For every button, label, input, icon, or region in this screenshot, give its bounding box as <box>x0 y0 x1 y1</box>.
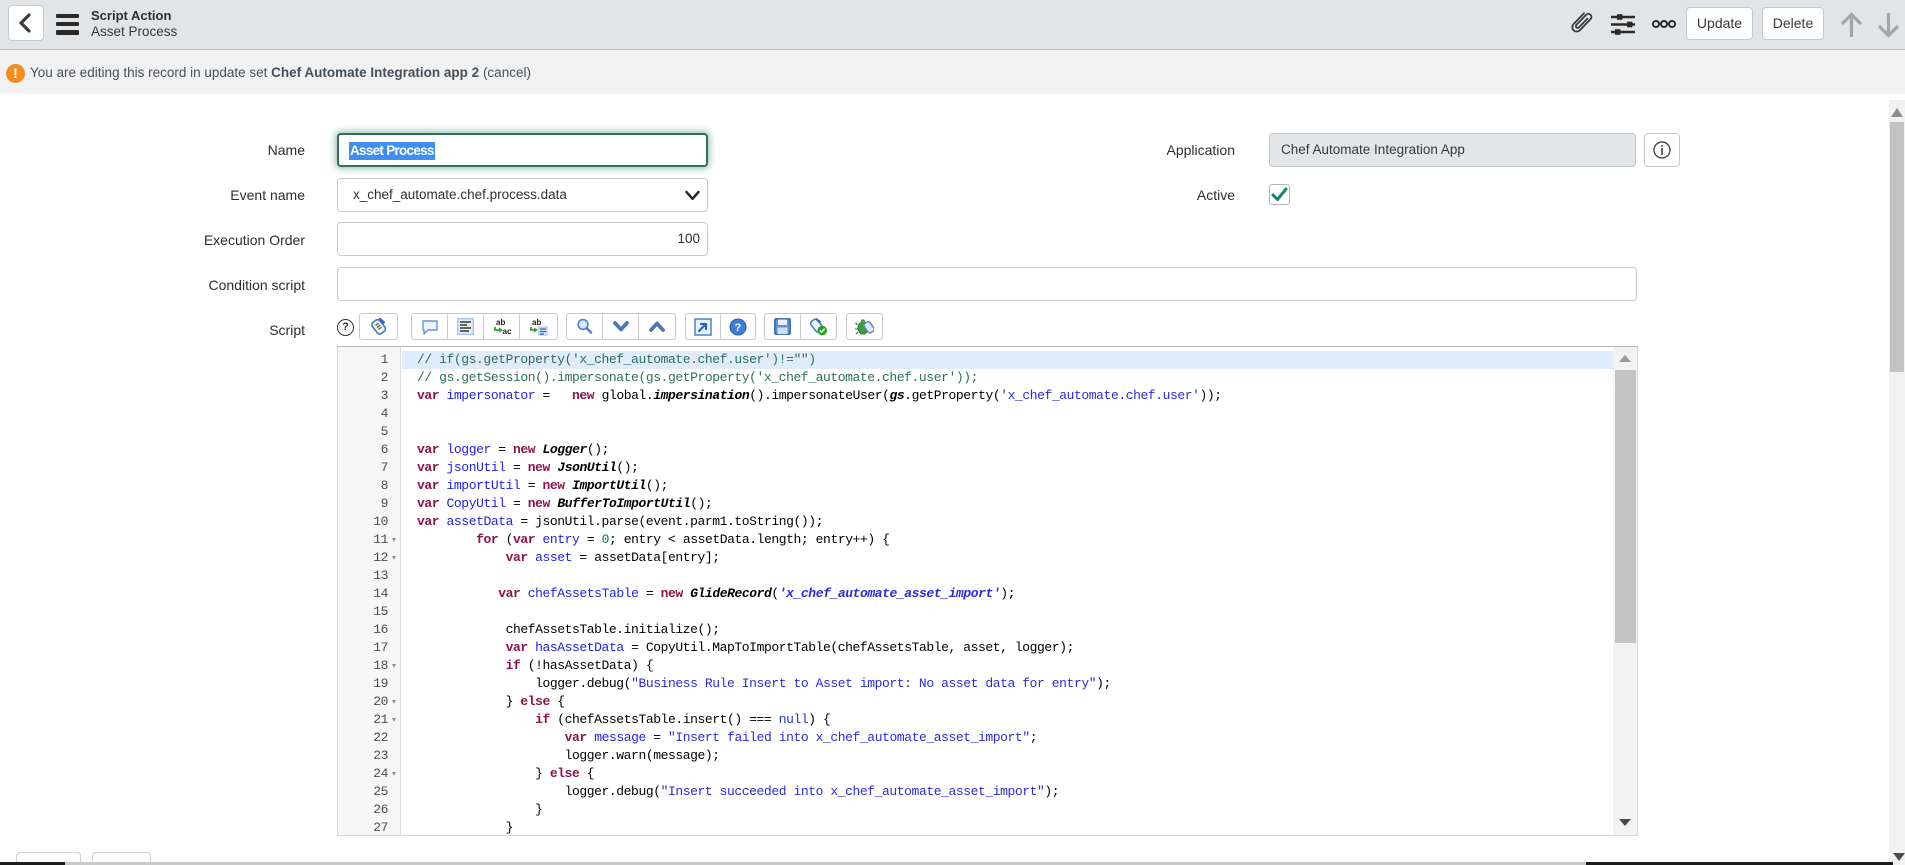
svg-text:ac: ac <box>502 327 511 336</box>
svg-text:?: ? <box>735 322 742 334</box>
svg-text:ab: ab <box>496 318 505 327</box>
svg-text:ab: ab <box>532 318 541 327</box>
